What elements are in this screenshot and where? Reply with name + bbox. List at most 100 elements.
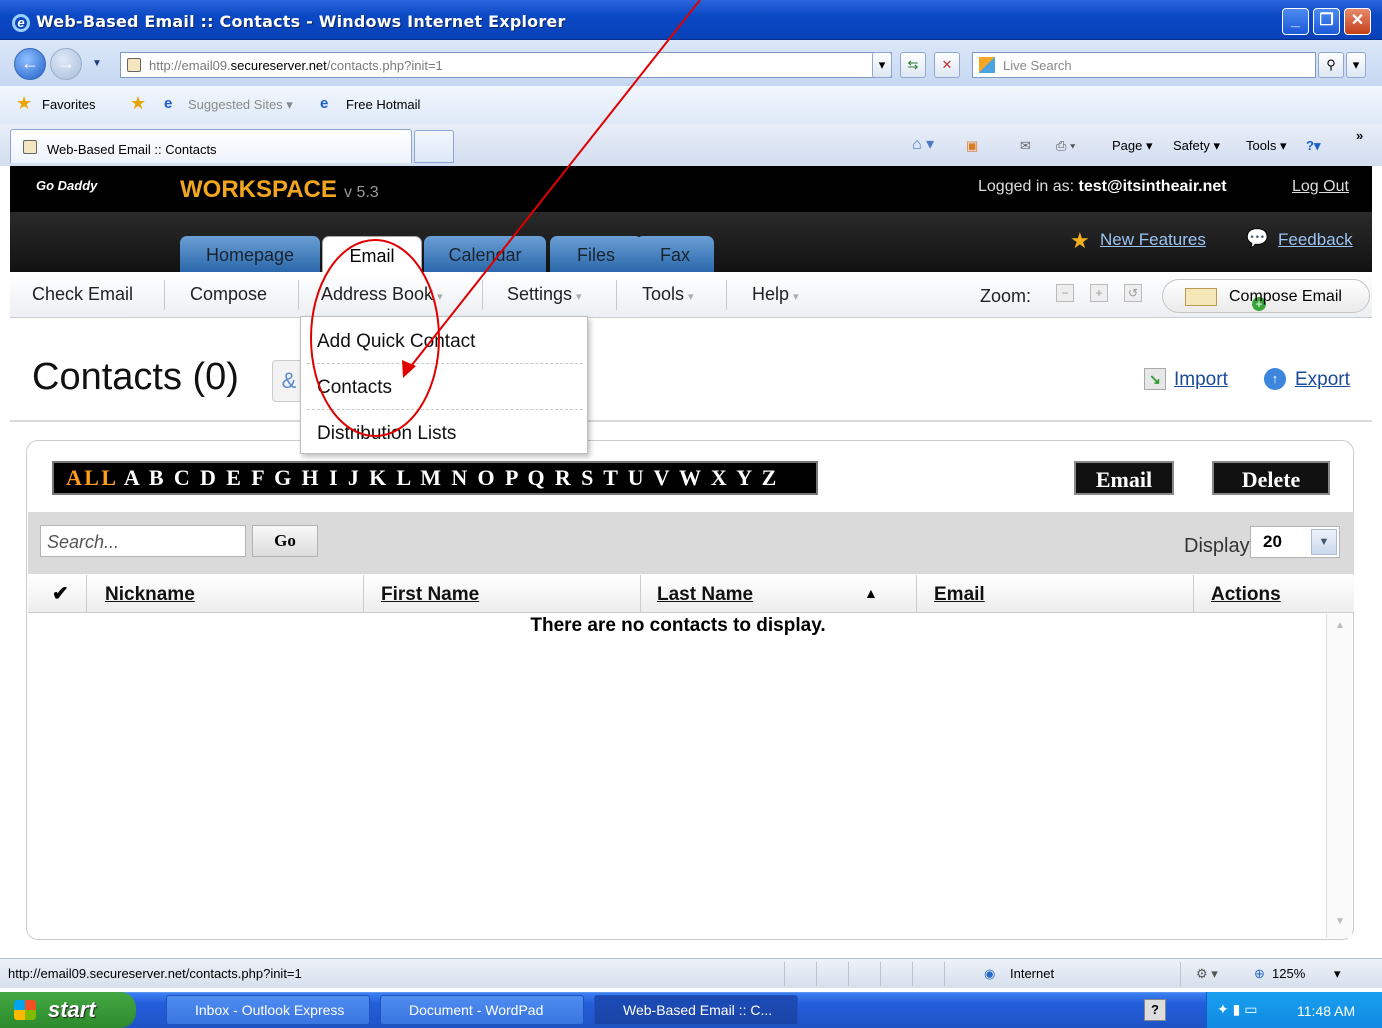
address-dropdown-icon[interactable]: ▾ <box>872 52 892 78</box>
search-input[interactable]: Search... <box>40 525 246 557</box>
live-search-input[interactable]: Live Search <box>972 52 1316 78</box>
new-tab-button[interactable] <box>414 130 454 163</box>
zoom-label: Zoom: <box>980 286 1032 306</box>
history-dropdown-icon[interactable]: ▼ <box>92 58 102 69</box>
sort-ascending-icon[interactable]: ▲ <box>864 585 878 601</box>
ie-logo-icon: e <box>12 14 30 32</box>
menu-item-add-quick-contact[interactable]: Add Quick Contact <box>317 331 475 353</box>
favorites-bar: ★ Favorites ★ e Suggested Sites ▾ e Free… <box>0 86 1382 124</box>
table-scrollbar[interactable]: ▲ ▼ <box>1326 614 1352 938</box>
compose-button[interactable]: Compose <box>190 284 267 305</box>
go-button[interactable]: Go <box>252 525 318 557</box>
window-title-bar[interactable]: e Web-Based Email :: Contacts - Windows … <box>0 0 1382 40</box>
export-link[interactable]: Export <box>1295 369 1350 391</box>
tab-homepage[interactable]: Homepage <box>180 236 320 272</box>
tab-fax[interactable]: Fax <box>636 236 714 272</box>
delete-button[interactable]: Delete <box>1212 461 1330 495</box>
godaddy-logo[interactable]: Go Daddy <box>36 178 97 193</box>
maximize-button[interactable]: ❐ <box>1313 8 1340 35</box>
menu-item-distribution-lists[interactable]: Distribution Lists <box>317 423 456 445</box>
settings-menu[interactable]: Settings ▾ <box>507 284 582 305</box>
zoom-out-icon[interactable]: − <box>1056 284 1074 302</box>
column-divider <box>86 575 87 613</box>
status-divider <box>816 962 817 986</box>
column-nickname[interactable]: Nickname <box>105 584 195 606</box>
chevron-down-icon: ▾ <box>576 291 582 303</box>
display-count-select[interactable]: 20 ▼ <box>1250 526 1340 558</box>
logout-link[interactable]: Log Out <box>1292 178 1349 196</box>
start-button[interactable]: start <box>0 992 136 1028</box>
column-actions[interactable]: Actions <box>1211 584 1281 606</box>
more-commands-button[interactable]: » <box>1356 128 1363 143</box>
refresh-icon[interactable]: ⇆ <box>900 52 926 78</box>
header-divider <box>10 420 1372 422</box>
email-selected-button[interactable]: Email <box>1074 461 1174 495</box>
tab-calendar[interactable]: Calendar <box>424 236 546 272</box>
column-first-name[interactable]: First Name <box>381 584 479 606</box>
menu-item-contacts[interactable]: Contacts <box>317 377 392 399</box>
free-hotmail-link[interactable]: Free Hotmail <box>346 97 420 112</box>
clock[interactable]: 11:48 AM <box>1297 1003 1355 1019</box>
alpha-all-filter[interactable]: ALL <box>66 465 117 490</box>
print-icon[interactable]: ⎙ ▾ <box>1056 138 1075 154</box>
read-mail-icon[interactable]: ✉ <box>1020 138 1031 154</box>
help-icon[interactable]: ?▾ <box>1306 138 1320 154</box>
language-icon[interactable]: ? <box>1144 999 1166 1021</box>
tools-menu[interactable]: Tools ▾ <box>1246 138 1287 154</box>
column-email[interactable]: Email <box>934 584 985 606</box>
status-divider <box>784 962 785 986</box>
feedback-link[interactable]: Feedback <box>1278 230 1353 250</box>
tab-email[interactable]: Email <box>322 236 422 272</box>
toolbar-divider <box>616 280 617 310</box>
page-menu[interactable]: Page ▾ <box>1112 138 1153 154</box>
select-all-checkmark-icon[interactable]: ✔ <box>52 581 69 606</box>
compose-email-button[interactable]: + Compose Email <box>1162 279 1370 313</box>
address-text: http://email09.secureserver.net/contacts… <box>149 58 443 73</box>
back-button[interactable]: ← <box>14 48 46 80</box>
column-last-name[interactable]: Last Name <box>657 584 753 606</box>
zoom-dropdown-icon[interactable]: ▾ <box>1334 966 1341 982</box>
browser-tab-active[interactable]: Web-Based Email :: Contacts <box>10 129 412 163</box>
favorites-button[interactable]: Favorites <box>42 97 95 112</box>
alpha-letter-filters[interactable]: A B C D E F G H I J K L M N O P Q R S T … <box>124 465 779 490</box>
tools-menu-app[interactable]: Tools ▾ <box>642 284 694 305</box>
address-bar[interactable]: http://email09.secureserver.net/contacts… <box>120 52 892 78</box>
protected-mode-icon[interactable]: ⚙ ▾ <box>1196 966 1218 982</box>
zoom-reset-icon[interactable]: ↺ <box>1124 284 1142 302</box>
safety-menu[interactable]: Safety ▾ <box>1173 138 1220 154</box>
add-favorite-icon[interactable]: ★ <box>130 93 146 114</box>
tab-files[interactable]: Files <box>550 236 642 272</box>
task-outlook-express[interactable]: Inbox - Outlook Express <box>166 995 370 1025</box>
toolbar-divider <box>164 280 165 310</box>
toolbar-divider <box>726 280 727 310</box>
status-divider <box>880 962 881 986</box>
feeds-icon[interactable]: ▣ <box>966 138 978 154</box>
status-divider <box>944 962 945 986</box>
alphabet-filter[interactable]: ALL A B C D E F G H I J K L M N O P Q R … <box>52 461 818 495</box>
new-features-link[interactable]: New Features <box>1100 230 1206 250</box>
help-menu[interactable]: Help ▾ <box>752 284 799 305</box>
search-options-icon[interactable]: ▾ <box>1346 52 1366 78</box>
search-icon[interactable]: ⚲ <box>1318 52 1344 78</box>
task-wordpad[interactable]: Document - WordPad <box>380 995 584 1025</box>
minimize-button[interactable]: _ <box>1282 8 1309 35</box>
check-email-button[interactable]: Check Email <box>32 284 133 305</box>
stop-icon[interactable]: ✕ <box>934 52 960 78</box>
column-divider <box>363 575 364 613</box>
home-icon[interactable]: ⌂ ▾ <box>912 134 934 154</box>
scroll-up-icon[interactable]: ▲ <box>1332 620 1348 636</box>
zoom-in-icon[interactable]: + <box>1090 284 1108 302</box>
close-button[interactable]: ✕ <box>1344 8 1371 35</box>
scroll-down-icon[interactable]: ▼ <box>1332 916 1348 932</box>
export-icon: ↑ <box>1264 368 1286 390</box>
import-link[interactable]: Import <box>1174 369 1228 391</box>
status-divider <box>1180 962 1181 986</box>
address-book-menu[interactable]: Address Book ▾ <box>321 284 443 305</box>
address-toolbar: ← → ▼ http://email09.secureserver.net/co… <box>0 40 1382 86</box>
tray-icons[interactable]: ✦ ▮ ▭ <box>1217 1001 1257 1018</box>
task-internet-explorer[interactable]: Web-Based Email :: C... <box>594 995 798 1025</box>
zoom-level[interactable]: 125% <box>1272 966 1305 981</box>
suggested-sites-link[interactable]: Suggested Sites ▾ <box>188 97 293 113</box>
chevron-down-icon[interactable]: ▼ <box>1311 529 1337 555</box>
forward-button[interactable]: → <box>50 48 82 80</box>
